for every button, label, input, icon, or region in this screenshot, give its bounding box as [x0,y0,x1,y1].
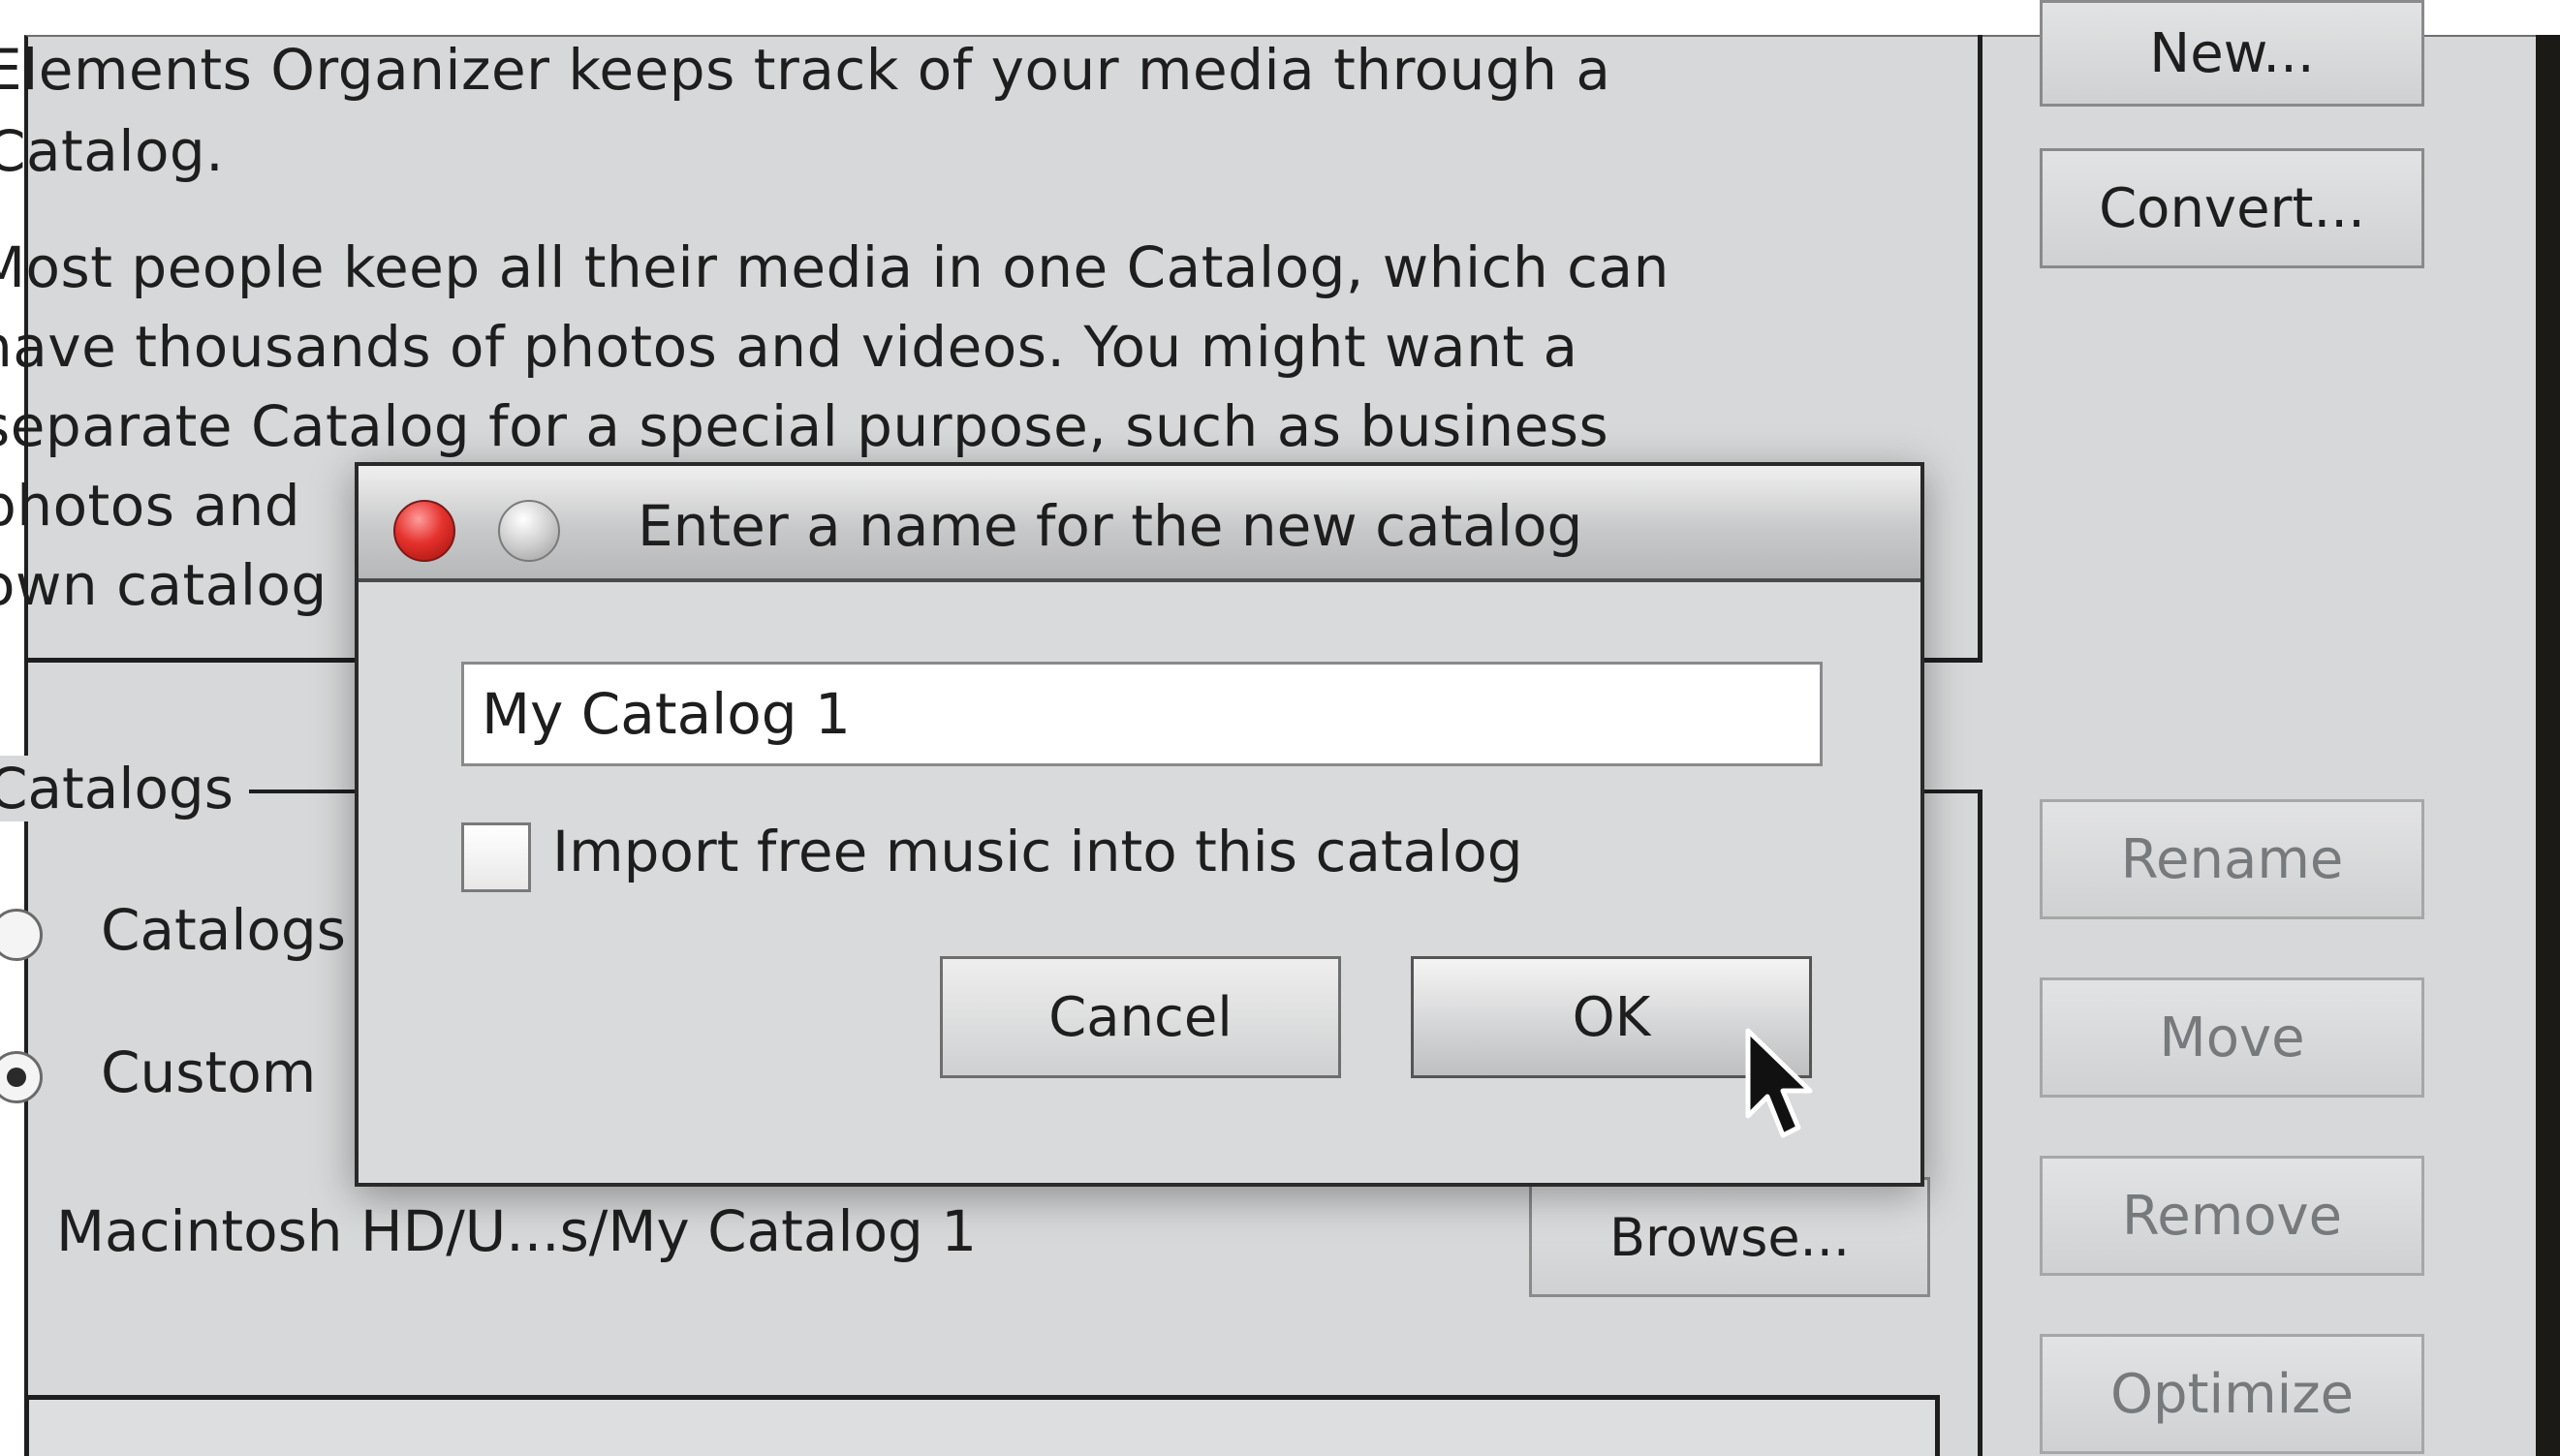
new-catalog-dialog: Enter a name for the new catalog Import … [355,462,1924,1187]
move-button[interactable]: Move [2040,977,2424,1098]
description-line: have thousands of photos and videos. You… [0,314,1578,380]
dialog-title: Enter a name for the new catalog [638,493,1583,559]
dialog-titlebar[interactable]: Enter a name for the new catalog [359,466,1920,582]
mouse-pointer-icon [1745,1028,1813,1138]
catalog-name-input[interactable] [461,662,1823,766]
catalogs-group-label: Catalogs [0,756,249,821]
catalog-path-text: Macintosh HD/U...s/My Catalog 1 [56,1198,978,1264]
new-catalog-button[interactable]: New... [2040,0,2424,107]
description-line: Elements Organizer keeps track of your m… [0,37,1611,103]
description-line: separate Catalog for a special purpose, … [0,393,1609,459]
import-free-music-label: Import free music into this catalog [552,819,1523,884]
description-line: Catalog. [0,118,225,184]
rename-button[interactable]: Rename [2040,799,2424,919]
minimize-icon[interactable] [498,500,560,562]
import-free-music-checkbox[interactable] [461,822,531,892]
convert-button[interactable]: Convert... [2040,148,2424,268]
optimize-button[interactable]: Optimize [2040,1334,2424,1454]
screen: Elements Organizer keeps track of your m… [0,0,2560,1456]
background-window-edge [2536,35,2560,1456]
custom-location-label: Custom [101,1039,317,1105]
close-icon[interactable] [393,500,455,562]
radio-selected-dot [7,1068,26,1087]
remove-button[interactable]: Remove [2040,1156,2424,1276]
description-line: photos and [0,473,301,539]
description-line: own catalog [0,552,328,618]
catalog-list-box [24,1395,1940,1456]
cancel-button[interactable]: Cancel [940,956,1341,1078]
description-line: Most people keep all their media in one … [0,234,1670,300]
catalogs-location-label: Catalogs [101,897,346,963]
browse-button[interactable]: Browse... [1529,1177,1930,1297]
